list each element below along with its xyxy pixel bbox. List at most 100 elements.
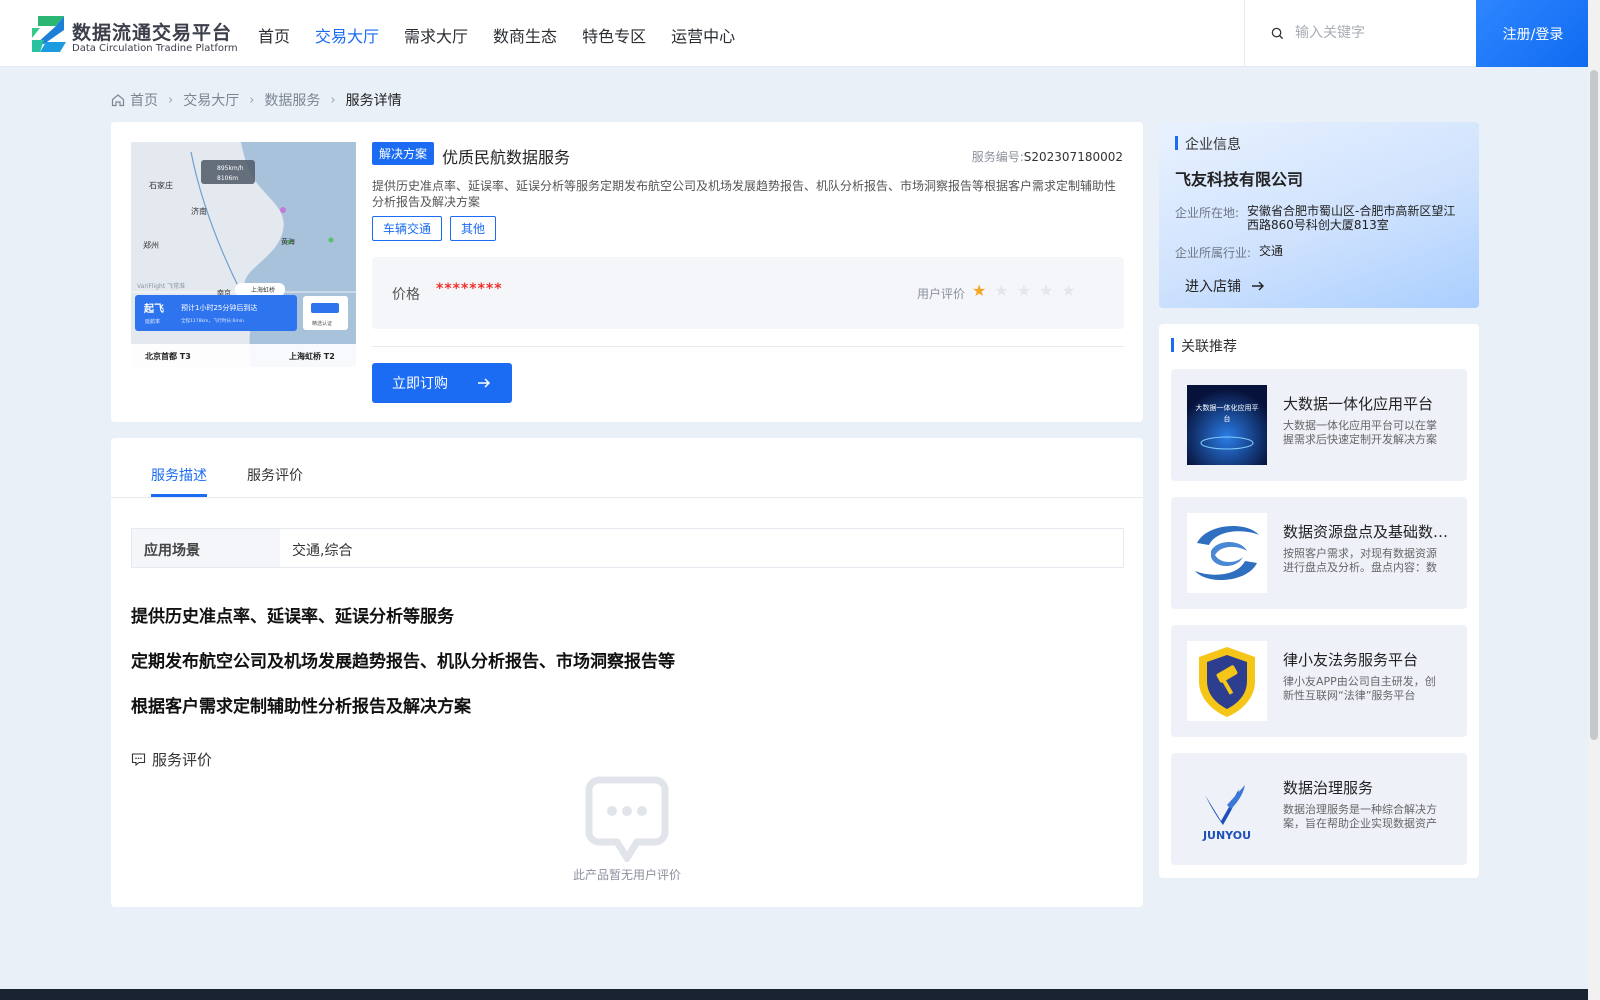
related-recommendations: 关联推荐 大数据一体化应用平台 大数据一体化应用平台 大数据一体化应用平台可以在… bbox=[1159, 324, 1479, 878]
login-register-button[interactable]: 注册/登录 bbox=[1476, 0, 1590, 67]
review-section-heading: 服务评价 bbox=[131, 749, 212, 770]
flight-badge-title: 起飞 bbox=[143, 302, 164, 315]
tab-service-review[interactable]: 服务评价 bbox=[247, 465, 303, 485]
comment-icon bbox=[131, 753, 146, 767]
logo-subtitle: Data Circulation Tradine Platform bbox=[72, 43, 238, 54]
order-now-button[interactable]: 立即订购 bbox=[372, 363, 512, 403]
location-value: 安徽省合肥市蜀山区-合肥市高新区望江西路860号科创大厦813室 bbox=[1247, 204, 1456, 232]
product-title: 优质民航数据服务 bbox=[442, 148, 571, 167]
service-number-value: S202307180002 bbox=[1023, 150, 1123, 164]
footer-bar bbox=[0, 989, 1588, 1000]
recommendation-item[interactable]: 律小友法务服务平台 律小友APP由公司自主研发，创新性互联网“法律”服务平台 bbox=[1171, 625, 1467, 737]
map-city-zhengzhou: 郑州 bbox=[143, 240, 159, 250]
rating-label: 用户评价 bbox=[917, 287, 966, 301]
enter-shop-label: 进入店铺 bbox=[1185, 279, 1241, 295]
star-icon: ★ bbox=[994, 281, 1009, 300]
chevron-right-icon: › bbox=[168, 92, 174, 108]
breadcrumb: 首页 › 交易大厅 › 数据服务 › 服务详情 bbox=[111, 90, 402, 110]
service-number: 服务编号:S202307180002 bbox=[972, 148, 1123, 165]
company-info-card: 企业信息 飞友科技有限公司 企业所在地: 安徽省合肥市蜀山区-合肥市高新区望江西… bbox=[1159, 122, 1479, 308]
recommendation-title: 律小友法务服务平台 bbox=[1283, 651, 1419, 669]
nav-item[interactable]: 数商生态 bbox=[493, 23, 557, 47]
recommendation-desc: 大数据一体化应用平台可以在掌握需求后快速定制开发解决方案 bbox=[1283, 419, 1437, 446]
active-tab-indicator bbox=[151, 494, 207, 497]
detail-card: 服务描述 服务评价 应用场景 交通,综合 提供历史准点率、延误率、延误分析等服务… bbox=[111, 438, 1143, 907]
flight-badge-sub: 延航率 bbox=[145, 318, 160, 325]
industry-value: 交通 bbox=[1259, 244, 1284, 258]
nav-item[interactable]: 特色专区 bbox=[582, 23, 646, 47]
map-chip-altitude: 8106m bbox=[217, 175, 238, 182]
location-label: 企业所在地: bbox=[1175, 206, 1240, 220]
main-nav: 首页 交易大厅 需求大厅 数商生态 特色专区 运营中心 bbox=[258, 23, 760, 47]
recommendation-thumbnail bbox=[1187, 641, 1267, 721]
tabs-bar: 服务描述 服务评价 bbox=[111, 438, 1143, 498]
search-icon bbox=[1271, 27, 1284, 40]
bigdata-thumb-image: 大数据一体化应用平台 bbox=[1187, 385, 1267, 465]
empty-review-text: 此产品暂无用户评价 bbox=[572, 868, 681, 882]
recommendation-item[interactable]: 大数据一体化应用平台 大数据一体化应用平台 大数据一体化应用平台可以在掌握需求后… bbox=[1171, 369, 1467, 481]
search-box bbox=[1244, 0, 1476, 67]
flight-map-image: 895km/h 8106m 石家庄 济南 郑州 黄海 VariFlight 飞常… bbox=[131, 142, 356, 367]
chevron-right-icon: › bbox=[249, 92, 255, 108]
feature-line: 定期发布航空公司及机场发展趋势报告、机队分析报告、市场洞察报告等 bbox=[131, 652, 675, 672]
recommendation-title: 数据治理服务 bbox=[1283, 779, 1374, 797]
breadcrumb-data-service[interactable]: 数据服务 bbox=[264, 90, 320, 110]
certified-label: 精选认证 bbox=[312, 320, 332, 327]
recommendation-desc: 按照客户需求，对现有数据资源进行盘点及分析。盘点内容：数据资源 bbox=[1283, 547, 1437, 574]
divider bbox=[372, 346, 1124, 347]
scene-table: 应用场景 交通,综合 bbox=[131, 528, 1124, 568]
recommendation-thumbnail bbox=[1187, 513, 1267, 593]
star-icon: ★ bbox=[1039, 281, 1054, 300]
order-now-label: 立即订购 bbox=[392, 376, 448, 392]
related-section-title: 关联推荐 bbox=[1171, 336, 1237, 356]
industry-label: 企业所属行业: bbox=[1175, 246, 1252, 260]
arrow-right-icon bbox=[478, 378, 491, 388]
top-header: 数据流通交易平台 Data Circulation Tradine Platfo… bbox=[0, 0, 1590, 67]
nav-item[interactable]: 交易大厅 bbox=[315, 23, 379, 47]
price-value: ******** bbox=[436, 281, 503, 297]
service-number-label: 服务编号: bbox=[971, 150, 1024, 164]
junyou-wordmark: JUNYOU bbox=[1202, 829, 1251, 842]
home-icon[interactable] bbox=[111, 93, 125, 107]
bigdata-thumb-text: 大数据一体化应用平台 bbox=[1195, 404, 1259, 423]
recommendation-title: 数据资源盘点及基础数据治理 bbox=[1283, 523, 1453, 541]
tab-service-description[interactable]: 服务描述 bbox=[151, 465, 207, 485]
page-scrollbar[interactable] bbox=[1588, 0, 1600, 1000]
search-input[interactable] bbox=[1295, 20, 1465, 46]
nav-item[interactable]: 首页 bbox=[258, 23, 290, 47]
price-box: 价格 ******** 用户评价 ★ ★ ★ ★ ★ bbox=[372, 257, 1124, 329]
tag-vehicle-traffic[interactable]: 车辆交通 bbox=[372, 216, 443, 241]
feature-line: 提供历史准点率、延误率、延误分析等服务 bbox=[131, 607, 454, 627]
recommendation-thumbnail: JUNYOU bbox=[1187, 769, 1267, 849]
product-card: 895km/h 8106m 石家庄 济南 郑州 黄海 VariFlight 飞常… bbox=[111, 122, 1143, 422]
recommendation-desc: 律小友APP由公司自主研发，创新性互联网“法律”服务平台 bbox=[1283, 675, 1436, 702]
from-terminal: 北京首都 T3 bbox=[145, 351, 191, 361]
nav-item[interactable]: 需求大厅 bbox=[404, 23, 468, 47]
recommendation-title: 大数据一体化应用平台 bbox=[1283, 395, 1434, 413]
to-terminal: 上海虹桥 T2 bbox=[289, 351, 335, 361]
chevron-right-icon: › bbox=[330, 92, 336, 108]
map-chip-speed: 895km/h bbox=[217, 165, 244, 172]
recommendation-item[interactable]: JUNYOU 数据治理服务 数据治理服务是一种综合解决方案，旨在帮助企业实现数据… bbox=[1171, 753, 1467, 865]
flight-eta-text: 预计1小时25分钟后到达 bbox=[181, 303, 257, 312]
enter-shop-link[interactable]: 进入店铺 bbox=[1185, 276, 1265, 296]
star-icon: ★ bbox=[1061, 281, 1076, 300]
arrow-right-icon bbox=[1252, 281, 1264, 291]
recommendation-item[interactable]: 数据资源盘点及基础数据治理 按照客户需求，对现有数据资源进行盘点及分析。盘点内容… bbox=[1171, 497, 1467, 609]
solution-type-tag: 解决方案 bbox=[372, 142, 435, 165]
logo-title: 数据流通交易平台 bbox=[72, 22, 233, 44]
rating-stars: ★ ★ ★ ★ ★ bbox=[972, 282, 1084, 300]
tag-other[interactable]: 其他 bbox=[450, 216, 497, 241]
recommendation-desc: 数据治理服务是一种综合解决方案，旨在帮助企业实现数据资产管理 bbox=[1283, 803, 1437, 830]
product-image: 895km/h 8106m 石家庄 济南 郑州 黄海 VariFlight 飞常… bbox=[131, 142, 356, 367]
company-section-title: 企业信息 bbox=[1175, 134, 1241, 154]
nav-item[interactable]: 运营中心 bbox=[671, 23, 735, 47]
logo-mark-icon bbox=[32, 16, 66, 52]
platform-logo[interactable]: 数据流通交易平台 Data Circulation Tradine Platfo… bbox=[30, 14, 260, 56]
junyou-logo-icon: JUNYOU bbox=[1187, 769, 1267, 849]
breadcrumb-home[interactable]: 首页 bbox=[130, 90, 158, 110]
flight-sub-text: 全程1178km，飞行时长:6min bbox=[181, 317, 244, 324]
star-icon: ★ bbox=[1016, 281, 1032, 300]
breadcrumb-trading-hall[interactable]: 交易大厅 bbox=[183, 90, 239, 110]
scrollbar-thumb[interactable] bbox=[1590, 70, 1598, 740]
